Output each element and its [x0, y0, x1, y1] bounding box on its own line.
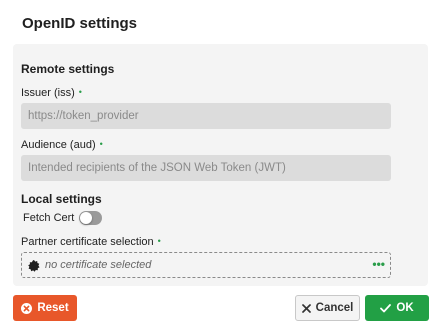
ok-button-label: OK — [396, 302, 414, 314]
more-options-button[interactable]: ••• — [372, 257, 385, 271]
audience-label-text: Audience (aud) — [21, 139, 96, 151]
required-indicator: • — [157, 236, 161, 246]
issuer-label-text: Issuer (iss) — [21, 87, 75, 99]
partner-cert-label: Partner certificate selection • — [21, 236, 161, 248]
required-indicator: • — [78, 87, 82, 97]
required-indicator: • — [99, 139, 103, 149]
issuer-input[interactable] — [21, 103, 391, 129]
dialog-title: OpenID settings — [22, 15, 138, 32]
reset-icon — [21, 302, 33, 314]
cancel-button[interactable]: Cancel — [295, 295, 360, 321]
checkmark-icon — [380, 303, 392, 313]
ok-button[interactable]: OK — [365, 295, 429, 321]
partner-cert-selector[interactable]: no certificate selected ••• — [21, 252, 391, 278]
fetch-cert-label: Fetch Cert — [23, 212, 75, 224]
openid-settings-dialog: OpenID settings Remote settings Issuer (… — [0, 0, 441, 328]
reset-button-label: Reset — [37, 302, 69, 314]
fetch-cert-toggle[interactable] — [79, 211, 102, 225]
remote-settings-heading: Remote settings — [21, 62, 115, 76]
local-settings-heading: Local settings — [21, 192, 102, 206]
toggle-knob — [80, 212, 92, 224]
reset-button[interactable]: Reset — [13, 295, 77, 321]
certificate-seal-icon — [28, 259, 40, 272]
issuer-label: Issuer (iss) • — [21, 87, 82, 99]
partner-cert-label-text: Partner certificate selection — [21, 236, 154, 248]
close-icon — [301, 303, 311, 313]
audience-input[interactable] — [21, 155, 391, 181]
cert-selection-value: no certificate selected — [45, 259, 152, 271]
audience-label: Audience (aud) • — [21, 139, 103, 151]
cancel-button-label: Cancel — [315, 302, 354, 314]
